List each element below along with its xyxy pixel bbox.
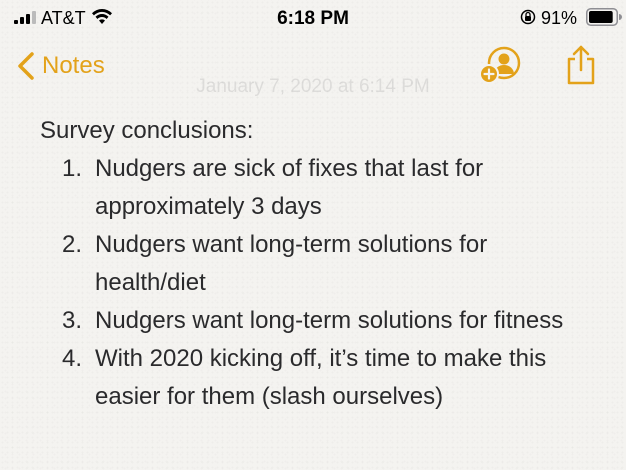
list-item-text: Nudgers want long-term solutions for fit…	[95, 307, 564, 334]
note-heading: Survey conclusions:	[40, 117, 254, 144]
list-item: 2. Nudgers want long-term solutions for …	[40, 226, 600, 302]
list-item: 3. Nudgers want long-term solutions for …	[40, 302, 600, 340]
status-bar: AT&T 6:18 PM 91%	[0, 0, 626, 36]
list-item: 1. Nudgers are sick of fixes that last f…	[40, 150, 600, 226]
list-item-number: 2.	[61, 231, 82, 258]
orientation-lock-icon	[520, 9, 536, 25]
note-body[interactable]: Survey conclusions: 1. Nudgers are sick …	[40, 112, 600, 416]
list-item-text: Nudgers are sick of fixes that last for …	[95, 155, 484, 220]
conclusions-list: 1. Nudgers are sick of fixes that last f…	[40, 150, 600, 416]
list-item-number: 1.	[61, 155, 82, 182]
list-item-text: Nudgers want long-term solutions for hea…	[95, 231, 488, 296]
battery-icon	[586, 8, 622, 26]
list-item-text: With 2020 kicking off, it’s time to make…	[95, 345, 547, 410]
battery-percentage: 91%	[541, 8, 578, 28]
note-date: January 7, 2020 at 6:14 PM	[196, 76, 430, 97]
list-item-number: 4.	[61, 345, 82, 372]
list-item: 4. With 2020 kicking off, it’s time to m…	[40, 340, 600, 416]
list-item-number: 3.	[61, 307, 82, 334]
